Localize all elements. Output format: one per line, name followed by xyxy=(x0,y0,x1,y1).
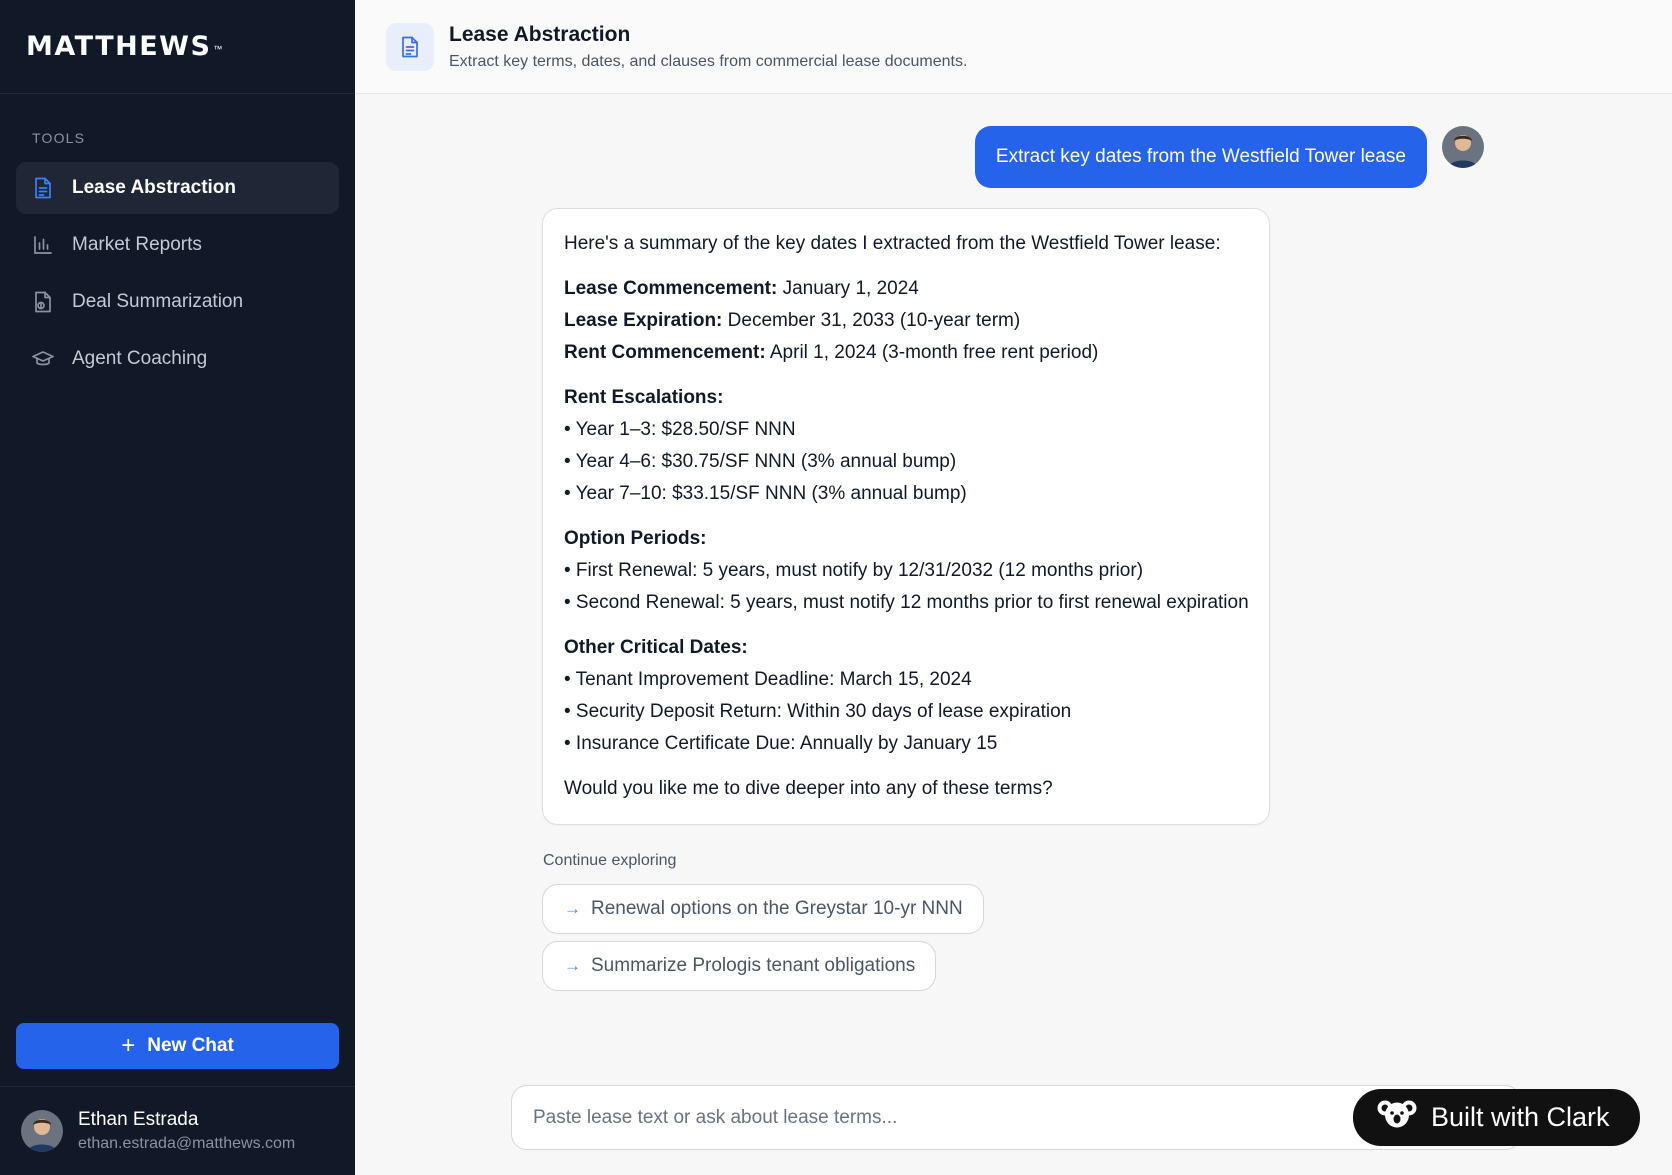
user-message-row: Extract key dates from the Westfield Tow… xyxy=(974,126,1484,188)
user-email: ethan.estrada@matthews.com xyxy=(78,1135,296,1152)
list-item: • Second Renewal: 5 years, must notify 1… xyxy=(564,592,1249,613)
option-periods-heading: Option Periods: xyxy=(564,528,707,549)
date-line: Lease Expiration: December 31, 2033 (10-… xyxy=(564,305,1249,337)
list-item: • Year 1–3: $28.50/SF NNN xyxy=(564,419,796,440)
list-item: • Year 7–10: $33.15/SF NNN (3% annual bu… xyxy=(564,483,967,504)
new-chat-button[interactable]: + New Chat xyxy=(16,1023,339,1069)
sidebar-item-label: Agent Coaching xyxy=(72,348,208,369)
bar-chart-icon xyxy=(32,234,54,256)
continue-exploring-label: Continue exploring xyxy=(543,852,677,869)
list-item: • Tenant Improvement Deadline: March 15,… xyxy=(564,669,972,690)
tools-nav: Lease Abstraction Market Reports Deal Su… xyxy=(0,162,355,385)
user-name: Ethan Estrada xyxy=(78,1109,199,1130)
rent-escalations-heading: Rent Escalations: xyxy=(564,387,724,408)
date-value: January 1, 2024 xyxy=(777,278,919,299)
list-item: • First Renewal: 5 years, must notify by… xyxy=(564,560,1144,581)
suggestion-label: Summarize Prologis tenant obligations xyxy=(591,955,916,976)
assistant-intro: Here's a summary of the key dates I extr… xyxy=(564,233,1221,254)
sidebar-item-market-reports[interactable]: Market Reports xyxy=(16,219,339,271)
date-value: April 1, 2024 (3-month free rent period) xyxy=(765,342,1099,363)
page-title: Lease Abstraction xyxy=(449,22,631,46)
document-dollar-icon xyxy=(32,291,54,313)
assistant-closing: Would you like me to dive deeper into an… xyxy=(564,778,1053,799)
new-chat-label: New Chat xyxy=(147,1035,234,1056)
list-item: • Year 4–6: $30.75/SF NNN (3% annual bum… xyxy=(564,451,957,472)
sidebar: MATTHEWS ™ TOOLS Lease Abstraction Marke… xyxy=(0,0,355,1175)
sidebar-item-deal-summarization[interactable]: Deal Summarization xyxy=(16,276,339,328)
brand-name: MATTHEWS xyxy=(26,31,212,62)
arrow-right-icon: → xyxy=(564,899,581,918)
date-label: Lease Expiration: xyxy=(564,310,723,331)
document-icon xyxy=(386,22,434,71)
sidebar-item-label: Lease Abstraction xyxy=(72,177,237,198)
badge-label: Built with Clark xyxy=(1431,1102,1610,1132)
user-message-bubble: Extract key dates from the Westfield Tow… xyxy=(974,126,1427,188)
page-header: Lease Abstraction Extract key terms, dat… xyxy=(355,0,1672,94)
arrow-right-icon: → xyxy=(564,956,581,975)
avatar xyxy=(21,1110,63,1152)
page-subtitle: Extract key terms, dates, and clauses fr… xyxy=(449,52,968,70)
list-item: • Insurance Certificate Due: Annually by… xyxy=(564,733,998,754)
assistant-message-bubble: Here's a summary of the key dates I extr… xyxy=(542,208,1270,825)
date-line: Lease Commencement: January 1, 2024 xyxy=(564,273,1249,305)
brand-trademark: ™ xyxy=(213,43,223,54)
list-item: • Security Deposit Return: Within 30 day… xyxy=(564,701,1072,722)
date-label: Rent Commencement: xyxy=(564,342,766,363)
suggestion-label: Renewal options on the Greystar 10-yr NN… xyxy=(591,898,963,919)
built-with-clark-badge[interactable]: Built with Clark xyxy=(1353,1089,1640,1146)
date-value: December 31, 2033 (10-year term) xyxy=(722,310,1021,331)
tools-section-label: TOOLS xyxy=(32,130,86,146)
suggestion-chip[interactable]: → Summarize Prologis tenant obligations xyxy=(542,941,937,991)
suggestion-chip[interactable]: → Renewal options on the Greystar 10-yr … xyxy=(542,884,984,934)
user-profile[interactable]: Ethan Estrada ethan.estrada@matthews.com xyxy=(0,1086,355,1175)
document-icon xyxy=(32,177,54,199)
chat-input[interactable] xyxy=(533,1106,1233,1129)
sidebar-item-agent-coaching[interactable]: Agent Coaching xyxy=(16,333,339,385)
sidebar-item-label: Market Reports xyxy=(72,234,202,255)
brand-logo[interactable]: MATTHEWS ™ xyxy=(0,0,355,94)
koala-icon xyxy=(1377,1098,1417,1137)
sidebar-item-lease-abstraction[interactable]: Lease Abstraction xyxy=(16,162,339,214)
avatar xyxy=(1442,126,1484,168)
sidebar-item-label: Deal Summarization xyxy=(72,291,244,312)
other-dates-heading: Other Critical Dates: xyxy=(564,637,748,658)
graduation-cap-icon xyxy=(32,348,54,370)
date-line: Rent Commencement: April 1, 2024 (3-mont… xyxy=(564,337,1249,369)
plus-icon: + xyxy=(121,1032,136,1059)
date-label: Lease Commencement: xyxy=(564,278,778,299)
